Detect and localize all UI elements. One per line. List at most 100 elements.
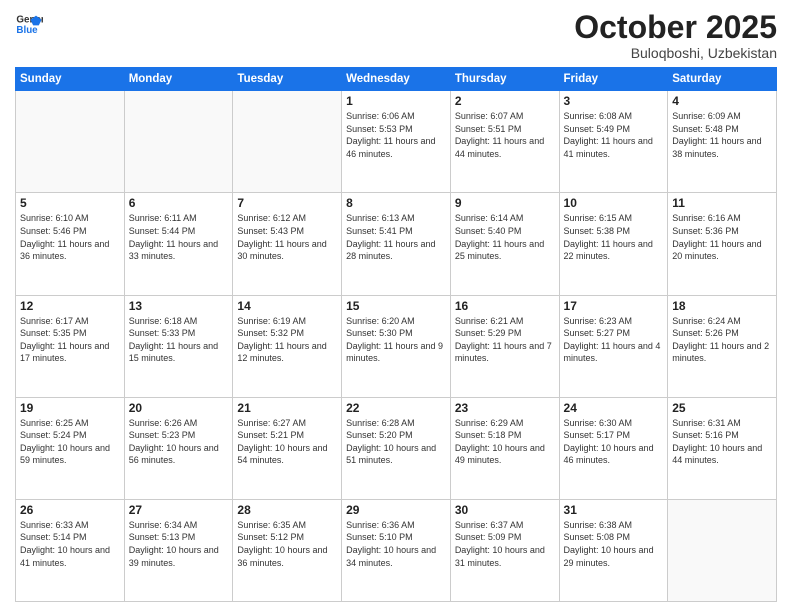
day-info: Sunrise: 6:37 AM Sunset: 5:09 PM Dayligh… — [455, 519, 555, 569]
day-info: Sunrise: 6:07 AM Sunset: 5:51 PM Dayligh… — [455, 110, 555, 160]
calendar-cell: 7Sunrise: 6:12 AM Sunset: 5:43 PM Daylig… — [233, 193, 342, 295]
calendar-cell: 28 Sunrise: 6:35 AM Sunset: 5:12 PM Dayli… — [233, 499, 342, 601]
calendar-cell: 29 Sunrise: 6:36 AM Sunset: 5:10 PM Dayli… — [342, 499, 451, 601]
day-info: Sunrise: 6:35 AM Sunset: 5:12 PM Dayligh… — [237, 519, 337, 569]
col-saturday: Saturday — [668, 68, 777, 91]
day-number: 23 — [455, 401, 555, 415]
calendar-cell: 13Sunrise: 6:18 AM Sunset: 5:33 PM Dayli… — [124, 295, 233, 397]
day-info: Sunrise: 6:10 AM Sunset: 5:46 PM Dayligh… — [20, 212, 120, 262]
calendar-week-row: 1 Sunrise: 6:06 AM Sunset: 5:53 PM Daylig… — [16, 91, 777, 193]
day-number: 20 — [129, 401, 229, 415]
svg-text:Blue: Blue — [16, 25, 38, 36]
calendar-week-row: 12 Sunrise: 6:17 AM Sunset: 5:35 PM Dayli… — [16, 295, 777, 397]
day-info: Sunrise: 6:24 AM Sunset: 5:26 PM Dayligh… — [672, 315, 772, 365]
calendar-cell: 25Sunrise: 6:31 AM Sunset: 5:16 PM Dayli… — [668, 397, 777, 499]
day-number: 18 — [672, 299, 772, 313]
day-info: Sunrise: 6:38 AM Sunset: 5:08 PM Dayligh… — [564, 519, 664, 569]
calendar-week-row: 19Sunrise: 6:25 AM Sunset: 5:24 PM Dayli… — [16, 397, 777, 499]
logo-icon: General Blue — [15, 10, 43, 38]
calendar-cell — [668, 499, 777, 601]
col-monday: Monday — [124, 68, 233, 91]
day-info: Sunrise: 6:09 AM Sunset: 5:48 PM Dayligh… — [672, 110, 772, 160]
day-info: Sunrise: 6:31 AM Sunset: 5:16 PM Dayligh… — [672, 417, 772, 467]
calendar-cell: 18 Sunrise: 6:24 AM Sunset: 5:26 PM Dayli… — [668, 295, 777, 397]
day-info: Sunrise: 6:36 AM Sunset: 5:10 PM Dayligh… — [346, 519, 446, 569]
day-info: Sunrise: 6:21 AM Sunset: 5:29 PM Dayligh… — [455, 315, 555, 365]
day-number: 11 — [672, 196, 772, 210]
day-info: Sunrise: 6:28 AM Sunset: 5:20 PM Dayligh… — [346, 417, 446, 467]
day-info: Sunrise: 6:29 AM Sunset: 5:18 PM Dayligh… — [455, 417, 555, 467]
day-info: Sunrise: 6:23 AM Sunset: 5:27 PM Dayligh… — [564, 315, 664, 365]
logo: General Blue — [15, 10, 43, 38]
day-info: Sunrise: 6:19 AM Sunset: 5:32 PM Dayligh… — [237, 315, 337, 365]
calendar-cell: 16 Sunrise: 6:21 AM Sunset: 5:29 PM Dayli… — [450, 295, 559, 397]
day-info: Sunrise: 6:25 AM Sunset: 5:24 PM Dayligh… — [20, 417, 120, 467]
header: General Blue October 2025 Buloqboshi, Uz… — [15, 10, 777, 61]
calendar-cell: 9Sunrise: 6:14 AM Sunset: 5:40 PM Daylig… — [450, 193, 559, 295]
day-number: 22 — [346, 401, 446, 415]
calendar-cell: 17 Sunrise: 6:23 AM Sunset: 5:27 PM Dayli… — [559, 295, 668, 397]
calendar-week-row: 5 Sunrise: 6:10 AM Sunset: 5:46 PM Daylig… — [16, 193, 777, 295]
col-thursday: Thursday — [450, 68, 559, 91]
day-number: 5 — [20, 196, 120, 210]
calendar-cell: 8Sunrise: 6:13 AM Sunset: 5:41 PM Daylig… — [342, 193, 451, 295]
day-number: 31 — [564, 503, 664, 517]
calendar-week-row: 26 Sunrise: 6:33 AM Sunset: 5:14 PM Dayli… — [16, 499, 777, 601]
calendar-cell: 30Sunrise: 6:37 AM Sunset: 5:09 PM Dayli… — [450, 499, 559, 601]
col-sunday: Sunday — [16, 68, 125, 91]
day-number: 4 — [672, 94, 772, 108]
calendar-cell — [124, 91, 233, 193]
calendar-cell — [16, 91, 125, 193]
day-number: 16 — [455, 299, 555, 313]
day-info: Sunrise: 6:18 AM Sunset: 5:33 PM Dayligh… — [129, 315, 229, 365]
title-block: October 2025 Buloqboshi, Uzbekistan — [574, 10, 777, 61]
calendar-cell: 31 Sunrise: 6:38 AM Sunset: 5:08 PM Dayli… — [559, 499, 668, 601]
page: General Blue October 2025 Buloqboshi, Uz… — [0, 0, 792, 612]
day-number: 28 — [237, 503, 337, 517]
day-info: Sunrise: 6:12 AM Sunset: 5:43 PM Dayligh… — [237, 212, 337, 262]
calendar-cell: 23 Sunrise: 6:29 AM Sunset: 5:18 PM Dayli… — [450, 397, 559, 499]
day-number: 29 — [346, 503, 446, 517]
calendar-cell: 6Sunrise: 6:11 AM Sunset: 5:44 PM Daylig… — [124, 193, 233, 295]
day-info: Sunrise: 6:33 AM Sunset: 5:14 PM Dayligh… — [20, 519, 120, 569]
day-number: 17 — [564, 299, 664, 313]
day-number: 12 — [20, 299, 120, 313]
calendar-cell: 3Sunrise: 6:08 AM Sunset: 5:49 PM Daylig… — [559, 91, 668, 193]
day-number: 26 — [20, 503, 120, 517]
day-info: Sunrise: 6:34 AM Sunset: 5:13 PM Dayligh… — [129, 519, 229, 569]
calendar-cell: 22 Sunrise: 6:28 AM Sunset: 5:20 PM Dayli… — [342, 397, 451, 499]
calendar-cell: 12 Sunrise: 6:17 AM Sunset: 5:35 PM Dayli… — [16, 295, 125, 397]
calendar-cell: 24Sunrise: 6:30 AM Sunset: 5:17 PM Dayli… — [559, 397, 668, 499]
col-wednesday: Wednesday — [342, 68, 451, 91]
calendar-cell: 4 Sunrise: 6:09 AM Sunset: 5:48 PM Daylig… — [668, 91, 777, 193]
month-title: October 2025 — [574, 10, 777, 45]
calendar-header-row: Sunday Monday Tuesday Wednesday Thursday… — [16, 68, 777, 91]
day-info: Sunrise: 6:15 AM Sunset: 5:38 PM Dayligh… — [564, 212, 664, 262]
calendar-cell: 5 Sunrise: 6:10 AM Sunset: 5:46 PM Daylig… — [16, 193, 125, 295]
calendar-cell: 15 Sunrise: 6:20 AM Sunset: 5:30 PM Dayli… — [342, 295, 451, 397]
calendar-cell: 11 Sunrise: 6:16 AM Sunset: 5:36 PM Dayli… — [668, 193, 777, 295]
day-number: 21 — [237, 401, 337, 415]
day-number: 1 — [346, 94, 446, 108]
day-info: Sunrise: 6:17 AM Sunset: 5:35 PM Dayligh… — [20, 315, 120, 365]
day-info: Sunrise: 6:11 AM Sunset: 5:44 PM Dayligh… — [129, 212, 229, 262]
day-info: Sunrise: 6:27 AM Sunset: 5:21 PM Dayligh… — [237, 417, 337, 467]
calendar-cell: 14 Sunrise: 6:19 AM Sunset: 5:32 PM Dayli… — [233, 295, 342, 397]
day-info: Sunrise: 6:26 AM Sunset: 5:23 PM Dayligh… — [129, 417, 229, 467]
col-friday: Friday — [559, 68, 668, 91]
day-info: Sunrise: 6:16 AM Sunset: 5:36 PM Dayligh… — [672, 212, 772, 262]
day-info: Sunrise: 6:06 AM Sunset: 5:53 PM Dayligh… — [346, 110, 446, 160]
day-number: 10 — [564, 196, 664, 210]
day-info: Sunrise: 6:20 AM Sunset: 5:30 PM Dayligh… — [346, 315, 446, 365]
subtitle: Buloqboshi, Uzbekistan — [574, 45, 777, 61]
day-number: 9 — [455, 196, 555, 210]
day-info: Sunrise: 6:13 AM Sunset: 5:41 PM Dayligh… — [346, 212, 446, 262]
calendar-cell: 19Sunrise: 6:25 AM Sunset: 5:24 PM Dayli… — [16, 397, 125, 499]
calendar-cell: 21 Sunrise: 6:27 AM Sunset: 5:21 PM Dayli… — [233, 397, 342, 499]
calendar-cell: 26 Sunrise: 6:33 AM Sunset: 5:14 PM Dayli… — [16, 499, 125, 601]
calendar-cell: 27Sunrise: 6:34 AM Sunset: 5:13 PM Dayli… — [124, 499, 233, 601]
day-info: Sunrise: 6:08 AM Sunset: 5:49 PM Dayligh… — [564, 110, 664, 160]
day-number: 15 — [346, 299, 446, 313]
day-number: 14 — [237, 299, 337, 313]
day-number: 2 — [455, 94, 555, 108]
